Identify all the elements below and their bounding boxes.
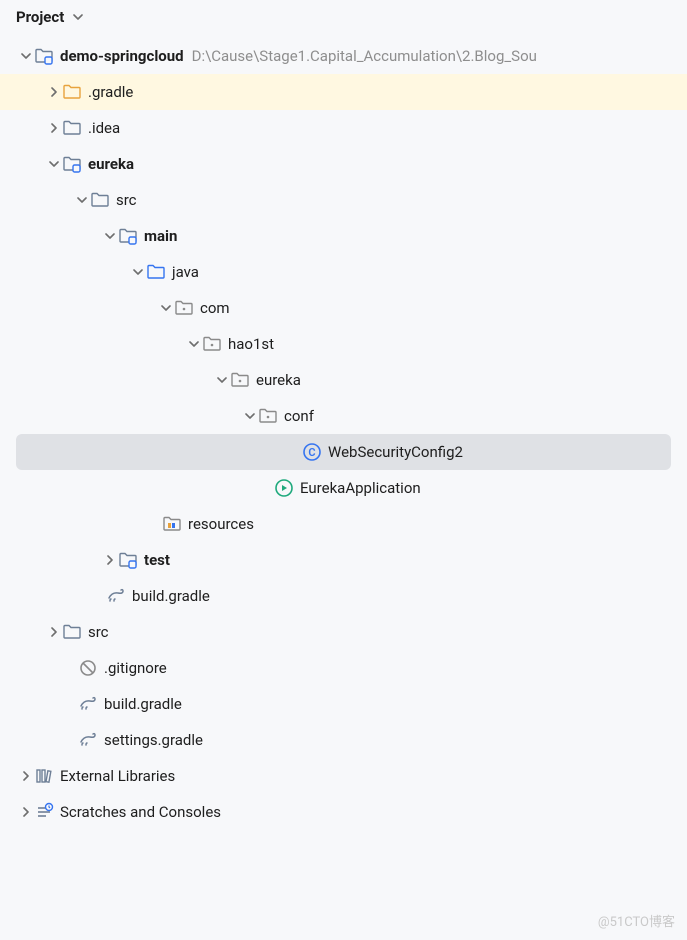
tree-item[interactable]: .gradle — [0, 74, 687, 110]
tree-item-label: Scratches and Consoles — [60, 803, 221, 821]
tree-item-label: conf — [284, 407, 314, 425]
tree-item-label: .idea — [88, 119, 120, 137]
package-icon — [202, 334, 222, 354]
gradle-icon — [78, 694, 98, 714]
tree-item-label: resources — [188, 515, 254, 533]
tree-item[interactable]: eureka — [0, 362, 687, 398]
tree-item[interactable]: .gitignore — [0, 650, 687, 686]
tree-item[interactable]: EurekaApplication — [0, 470, 687, 506]
tool-window-title: Project — [16, 8, 64, 26]
tree-item[interactable]: conf — [0, 398, 687, 434]
package-icon — [230, 370, 250, 390]
module-folder-icon — [34, 46, 54, 66]
tree-item[interactable]: resources — [0, 506, 687, 542]
tree-item[interactable]: Scratches and Consoles — [0, 794, 687, 830]
tree-item-label: External Libraries — [60, 767, 175, 785]
run-class-icon — [274, 478, 294, 498]
package-icon — [258, 406, 278, 426]
tree-item-label: src — [88, 623, 109, 641]
tree-item[interactable]: hao1st — [0, 326, 687, 362]
tree-item-label: WebSecurityConfig2 — [328, 443, 463, 461]
tree-item[interactable]: External Libraries — [0, 758, 687, 794]
tree-item-label: build.gradle — [104, 695, 182, 713]
tree-item-label: src — [116, 191, 137, 209]
tree-item-label: build.gradle — [132, 587, 210, 605]
tree-item-label: test — [144, 551, 170, 569]
chevron-down-icon[interactable] — [214, 375, 230, 385]
gradle-icon — [106, 586, 126, 606]
tree-item-label: EurekaApplication — [300, 479, 421, 497]
tree-item[interactable]: settings.gradle — [0, 722, 687, 758]
folder-icon — [62, 118, 82, 138]
tree-item[interactable]: src — [0, 182, 687, 218]
chevron-right-icon[interactable] — [18, 807, 34, 817]
chevron-down-icon[interactable] — [158, 303, 174, 313]
folder-icon — [90, 190, 110, 210]
folder-icon — [62, 622, 82, 642]
excluded-folder-icon — [62, 82, 82, 102]
tree-item-root[interactable]: demo-springcloud D:\Cause\Stage1.Capital… — [0, 38, 687, 74]
resources-folder-icon — [162, 514, 182, 534]
chevron-right-icon[interactable] — [102, 555, 118, 565]
tree-item[interactable]: build.gradle — [0, 578, 687, 614]
class-icon: C — [302, 442, 322, 462]
project-tree: demo-springcloud D:\Cause\Stage1.Capital… — [0, 34, 687, 834]
tree-item-label: .gradle — [88, 83, 133, 101]
chevron-down-icon[interactable] — [74, 195, 90, 205]
module-folder-icon — [62, 154, 82, 174]
chevron-down-icon[interactable] — [242, 411, 258, 421]
scratches-icon — [34, 802, 54, 822]
chevron-down-icon[interactable] — [18, 51, 34, 61]
tree-item[interactable]: test — [0, 542, 687, 578]
package-icon — [174, 298, 194, 318]
tree-item-label: demo-springcloud — [60, 47, 184, 65]
tree-item-label: main — [144, 227, 177, 245]
chevron-right-icon[interactable] — [46, 87, 62, 97]
tool-window-header[interactable]: Project — [0, 0, 687, 34]
chevron-right-icon[interactable] — [18, 771, 34, 781]
tree-item-label: settings.gradle — [104, 731, 203, 749]
source-folder-icon — [146, 262, 166, 282]
gitignore-icon — [78, 658, 98, 678]
tree-item-label: eureka — [256, 371, 301, 389]
chevron-right-icon[interactable] — [46, 123, 62, 133]
tree-item-path: D:\Cause\Stage1.Capital_Accumulation\2.B… — [192, 47, 537, 65]
gradle-icon — [78, 730, 98, 750]
chevron-down-icon[interactable] — [46, 159, 62, 169]
tree-item[interactable]: java — [0, 254, 687, 290]
svg-text:C: C — [308, 446, 315, 459]
chevron-down-icon[interactable] — [130, 267, 146, 277]
tree-item[interactable]: com — [0, 290, 687, 326]
tree-item-label: .gitignore — [104, 659, 167, 677]
module-folder-icon — [118, 550, 138, 570]
chevron-right-icon[interactable] — [46, 627, 62, 637]
tree-item[interactable]: src — [0, 614, 687, 650]
tree-item[interactable]: main — [0, 218, 687, 254]
libraries-icon — [34, 766, 54, 786]
tree-item-label: com — [200, 299, 230, 317]
tree-item-selected[interactable]: C WebSecurityConfig2 — [16, 434, 671, 470]
chevron-down-icon[interactable] — [186, 339, 202, 349]
watermark: @51CTO博客 — [598, 911, 675, 930]
tree-item-label: eureka — [88, 155, 134, 173]
module-folder-icon — [118, 226, 138, 246]
chevron-down-icon[interactable] — [102, 231, 118, 241]
chevron-down-icon — [70, 12, 86, 22]
tree-item-label: hao1st — [228, 335, 274, 353]
tree-item[interactable]: .idea — [0, 110, 687, 146]
tree-item[interactable]: eureka — [0, 146, 687, 182]
tree-item[interactable]: build.gradle — [0, 686, 687, 722]
tree-item-label: java — [172, 263, 199, 281]
